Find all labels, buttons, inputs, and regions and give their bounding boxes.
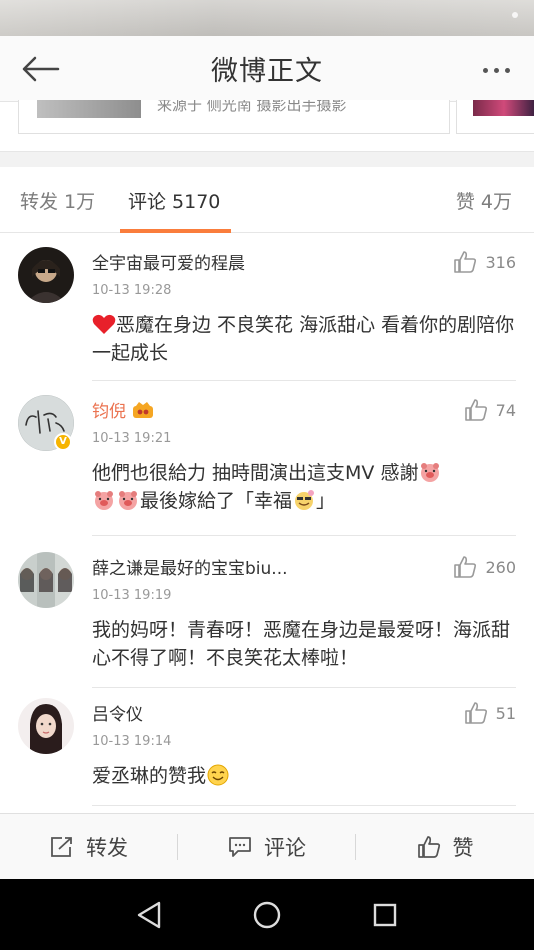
comment-text: 他們也很給力 抽時間演出這支MV 感謝 最後嫁給了「幸福 」 [92, 459, 522, 515]
comment-time: 10-13 19:28 [92, 283, 172, 298]
system-back-button[interactable] [129, 895, 169, 935]
comment-list[interactable]: 全宇宙最可爱的程晨 10-13 19:28 恶魔在身边 不良笑花 海派甜心 看着… [0, 233, 534, 813]
thumbs-up-icon [464, 702, 487, 724]
happiness-emoji-icon [295, 490, 315, 510]
square-recents-icon [373, 903, 397, 926]
comment-text-body: 恶魔在身边 不良笑花 海派甜心 看着你的剧陪你一起成长 [92, 314, 515, 364]
red-heart-emoji-icon [92, 314, 116, 334]
bottom-action-bar: 转发 评论 赞 [0, 813, 534, 879]
comment-time: 10-13 19:14 [92, 734, 172, 749]
comment-username[interactable]: 薛之谦是最好的宝宝biu... [92, 554, 288, 579]
comment-time: 10-13 19:21 [92, 431, 172, 446]
more-dot-icon [482, 67, 488, 73]
source-thumbnail [37, 100, 141, 118]
back-button[interactable] [18, 51, 62, 87]
system-navigation-bar [0, 879, 534, 950]
status-indicator-icon [512, 12, 518, 18]
avatar[interactable]: V [17, 394, 75, 452]
avatar-image [18, 552, 74, 608]
like-count: 51 [495, 703, 516, 723]
avatar-image [18, 698, 74, 754]
comment-like-button[interactable]: 316 [453, 251, 516, 273]
verified-badge-icon: V [54, 433, 72, 451]
status-bar-blur [0, 0, 534, 36]
pig-blush-emoji-icon [95, 491, 113, 510]
system-recents-button[interactable] [365, 895, 405, 935]
smile-emoji-icon [207, 764, 229, 786]
status-bar [0, 0, 534, 36]
pig-blush-emoji-icon [421, 463, 440, 482]
more-options-button[interactable] [476, 56, 516, 84]
comment-item: 薛之谦是最好的宝宝biu... 10-13 19:19 我的妈呀！青春呀！恶魔在… [0, 536, 534, 688]
like-count: 316 [485, 252, 516, 272]
tab-like[interactable]: 赞 4万 [456, 187, 512, 214]
thumbs-up-icon [454, 556, 477, 578]
page-title: 微博正文 [211, 56, 323, 87]
tab-repost[interactable]: 转发 1万 [20, 187, 95, 214]
comment-text-body-2: 最後嫁給了「幸福 [140, 490, 293, 512]
avatar[interactable] [18, 698, 74, 754]
comment-text: 恶魔在身边 不良笑花 海派甜心 看着你的剧陪你一起成长 [92, 311, 522, 367]
source-text: 来源于 侧光南 摄影出手摄影 [157, 100, 347, 114]
more-dot-icon [504, 67, 510, 73]
tab-bar: 转发 1万 评论 5170 赞 4万 [0, 167, 534, 233]
comment-label: 评论 [264, 835, 306, 860]
comment-username[interactable]: 吕令仪 [92, 700, 143, 725]
thumbs-up-icon [464, 399, 487, 421]
comment-text-end: 」 [316, 490, 336, 512]
system-home-button[interactable] [247, 895, 287, 935]
repost-button[interactable]: 转发 [0, 814, 178, 879]
comment-like-button[interactable]: 74 [464, 399, 516, 421]
comment-like-button[interactable]: 260 [453, 556, 516, 578]
repost-label: 转发 [86, 835, 128, 860]
nav-bar: 微博正文 [0, 36, 534, 102]
more-dot-icon [493, 67, 499, 73]
comment-icon [229, 836, 251, 857]
source-card-secondary[interactable] [456, 100, 534, 134]
vip-crown-icon [133, 402, 153, 418]
avatar-image [18, 247, 74, 303]
comment-text-body: 爱丞琳的赞我 [92, 765, 207, 787]
comment-text: 我的妈呀！青春呀！恶魔在身边是最爱呀！海派甜心不得了啊！不良笑花太棒啦！ [92, 619, 511, 669]
repost-icon [51, 836, 72, 857]
like-label: 赞 [452, 835, 474, 860]
source-card[interactable]: 来源于 侧光南 摄影出手摄影 [18, 100, 450, 134]
thumbs-up-icon [454, 251, 477, 273]
comment-username[interactable]: 钧倪 [92, 397, 154, 422]
comment-text: 爱丞琳的赞我 [92, 762, 522, 790]
like-button[interactable]: 赞 [356, 814, 534, 879]
comment-item: 吕令仪 10-13 19:14 爱丞琳的赞我 51 [0, 688, 534, 808]
comment-item: 全宇宙最可爱的程晨 10-13 19:28 恶魔在身边 不良笑花 海派甜心 看着… [0, 233, 534, 381]
source-strip: 来源于 侧光南 摄影出手摄影 [0, 100, 534, 152]
comment-text-body: 他們也很給力 抽時間演出這支MV 感謝 [92, 462, 419, 484]
avatar[interactable] [18, 552, 74, 608]
avatar[interactable] [18, 247, 74, 303]
circle-home-icon [253, 901, 281, 928]
comment-username[interactable]: 全宇宙最可爱的程晨 [92, 249, 245, 274]
comment-divider [92, 805, 516, 806]
like-count: 74 [495, 400, 516, 420]
like-count: 260 [485, 557, 516, 577]
comment-like-button[interactable]: 51 [464, 702, 516, 724]
comment-username-text: 钧倪 [92, 402, 126, 422]
comment-time: 10-13 19:19 [92, 588, 172, 603]
pig-blush-emoji-icon [119, 491, 137, 510]
comment-button[interactable]: 评论 [178, 814, 356, 879]
comment-item: V 钧倪 10-13 19:21 他們也很給力 抽時間演出這支MV 感謝 最後嫁… [0, 381, 534, 536]
thumbs-up-icon [417, 835, 440, 858]
back-arrow-icon [22, 56, 60, 82]
source-thumbnail-secondary [473, 100, 534, 116]
triangle-back-icon [137, 901, 161, 928]
